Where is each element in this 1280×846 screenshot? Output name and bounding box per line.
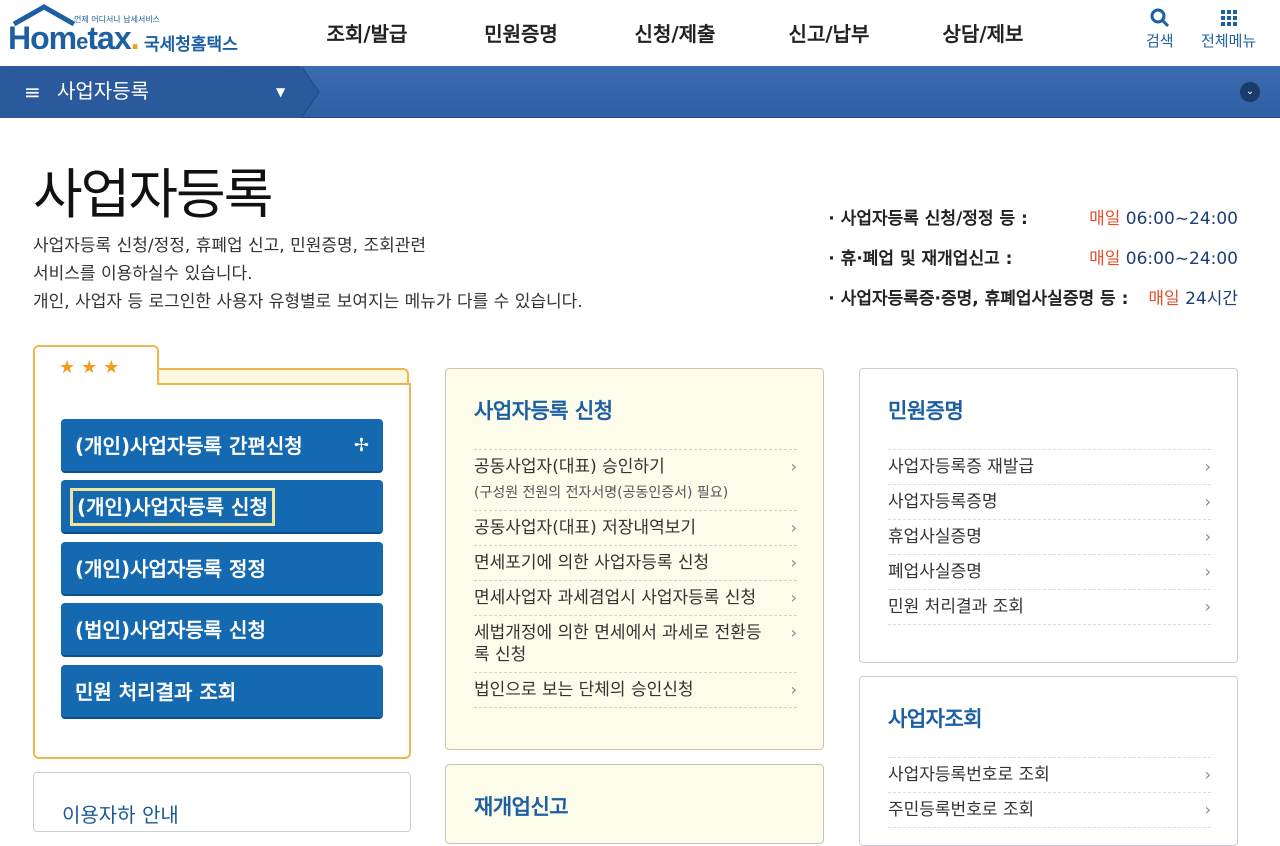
hamburger-icon: ≡	[24, 80, 41, 104]
list-item[interactable]: 면세사업자 과세겸업시 사업자등록 신청 ›	[474, 580, 797, 615]
search-icon	[1150, 8, 1169, 28]
search-button[interactable]: 검색	[1146, 6, 1174, 51]
card-title: 사업자조회	[888, 707, 983, 731]
button-label: (개인)사업자등록 정정	[75, 557, 266, 581]
search-label: 검색	[1146, 32, 1174, 50]
business-lookup-list: 사업자등록번호로 조회 › 주민등록번호로 조회 ›	[888, 757, 1211, 828]
list-item[interactable]: 공동사업자(대표) 저장내역보기 ›	[474, 510, 797, 545]
chevron-right-icon: ›	[1204, 765, 1211, 784]
list-item[interactable]: 주민등록번호로 조회 ›	[888, 792, 1211, 828]
plus-icon[interactable]: ✢	[354, 419, 369, 473]
nav-apply-submit[interactable]: 신청/제출	[598, 0, 752, 66]
all-menu-button[interactable]: 전체메뉴	[1201, 6, 1256, 51]
chevron-right-icon: ›	[1204, 492, 1211, 511]
desc-line: 사업자등록 신청/정정, 휴폐업 신고, 민원증명, 조회관련	[33, 236, 427, 256]
list-item[interactable]: 사업자등록증명 ›	[888, 484, 1211, 519]
hours-row: · 사업자등록 신청/정정 등 : 매일 06:00~24:00	[828, 204, 1238, 244]
individual-correct-button[interactable]: (개인)사업자등록 정정	[61, 542, 383, 596]
button-label: (개인)사업자등록 간편신청	[75, 434, 303, 458]
caret-down-icon: ▼	[276, 85, 286, 99]
logo-korean-name: 국세청홈택스	[144, 35, 238, 55]
location-current: 사업자등록	[57, 79, 149, 103]
chevron-right-icon: ›	[1204, 527, 1211, 546]
hours-time: 매일 06:00~24:00	[1089, 209, 1238, 229]
chevron-right-icon: ›	[790, 457, 797, 476]
chevron-right-icon: ›	[790, 623, 797, 642]
card-title: 사업자등록 신청	[474, 399, 613, 423]
grid-menu-icon	[1220, 10, 1237, 26]
register-apply-list: 공동사업자(대표) 승인하기 (구성원 전원의 전자서명(공동인증서) 필요) › …	[474, 449, 797, 708]
reopen-report-card: 재개업신고	[445, 764, 824, 844]
hours-label: · 사업자등록증·증명, 휴폐업사실증명 등 :	[828, 289, 1129, 309]
list-item[interactable]: 공동사업자(대표) 승인하기 (구성원 전원의 전자서명(공동인증서) 필요) ›	[474, 449, 797, 510]
location-dropdown[interactable]: ≡ 사업자등록 ▼	[0, 66, 300, 118]
chevron-right-icon: ›	[1204, 597, 1211, 616]
civil-certificate-card: 민원증명 사업자등록증 재발급 › 사업자등록증명 › 휴업사실증명 › 폐업사실증명…	[859, 368, 1238, 663]
list-item[interactable]: 휴업사실증명 ›	[888, 519, 1211, 554]
chevron-right-icon: ›	[1204, 457, 1211, 476]
usage-guide-card: 이용자하 안내	[33, 772, 411, 832]
global-nav: 조회/발급 민원증명 신청/제출 신고/납부 상담/제보	[290, 0, 1060, 66]
quick-apply-simple-button[interactable]: (개인)사업자등록 간편신청 ✢	[61, 419, 383, 473]
logo-wordmark: Hometax.	[8, 20, 139, 56]
location-divider-arrow	[300, 66, 318, 118]
chevron-right-icon: ›	[790, 553, 797, 572]
desc-line: 서비스를 이용하실수 있습니다.	[33, 264, 253, 284]
card-title: 재개업신고	[474, 795, 569, 819]
hours-label: · 휴·폐업 및 재개업신고 :	[828, 249, 1013, 269]
favorites-panel: (개인)사업자등록 간편신청 ✢ (개인)사업자등록 신청 (개인)사업자등록 …	[33, 383, 411, 759]
card-title: 민원증명	[888, 399, 964, 423]
hometax-logo[interactable]: 언제 어디서나 납세서비스 Hometax. 국세청홈택스	[6, 4, 246, 60]
corporate-apply-button[interactable]: (법인)사업자등록 신청	[61, 603, 383, 657]
button-label: 민원 처리결과 조회	[75, 680, 237, 704]
chevron-right-icon: ›	[790, 518, 797, 537]
chevron-right-icon: ›	[790, 588, 797, 607]
nav-civil-certificate[interactable]: 민원증명	[444, 0, 598, 66]
service-hours: · 사업자등록 신청/정정 등 : 매일 06:00~24:00 · 휴·폐업 및…	[828, 204, 1238, 324]
button-label: (개인)사업자등록 신청	[70, 488, 275, 526]
list-item[interactable]: 폐업사실증명 ›	[888, 554, 1211, 589]
all-menu-label: 전체메뉴	[1201, 32, 1257, 50]
page-title: 사업자등록	[33, 163, 273, 226]
desc-line: 개인, 사업자 등 로그인한 사용자 유형별로 보여지는 메뉴가 다를 수 있습…	[33, 292, 583, 312]
location-bar: ≡ 사업자등록 ▼ ⌄	[0, 66, 1280, 118]
page-description: 사업자등록 신청/정정, 휴폐업 신고, 민원증명, 조회관련 서비스를 이용하…	[33, 232, 583, 316]
chevron-down-circle-icon[interactable]: ⌄	[1240, 82, 1260, 102]
civil-certificate-list: 사업자등록증 재발급 › 사업자등록증명 › 휴업사실증명 › 폐업사실증명 › 민원 …	[888, 449, 1211, 625]
chevron-right-icon: ›	[790, 680, 797, 699]
nav-report-pay[interactable]: 신고/납부	[752, 0, 906, 66]
individual-apply-button[interactable]: (개인)사업자등록 신청	[61, 480, 383, 534]
list-item[interactable]: 세법개정에 의한 면세에서 과세로 전환등록 신청 ›	[474, 615, 797, 672]
list-item[interactable]: 법인으로 보는 단체의 승인신청 ›	[474, 672, 797, 708]
nav-inquiry-issue[interactable]: 조회/발급	[290, 0, 444, 66]
star-icon: ★★★	[59, 357, 126, 378]
button-label: (법인)사업자등록 신청	[75, 618, 266, 642]
hours-label: · 사업자등록 신청/정정 등 :	[828, 209, 1028, 229]
hours-time: 매일 24시간	[1148, 289, 1238, 309]
civil-result-button[interactable]: 민원 처리결과 조회	[61, 665, 383, 719]
chevron-right-icon: ›	[1204, 562, 1211, 581]
hours-row: · 사업자등록증·증명, 휴폐업사실증명 등 : 매일 24시간	[828, 284, 1238, 324]
business-lookup-card: 사업자조회 사업자등록번호로 조회 › 주민등록번호로 조회 ›	[859, 676, 1238, 846]
card-title: 이용자하 안내	[62, 803, 179, 827]
nav-consult-report[interactable]: 상담/제보	[906, 0, 1060, 66]
chevron-right-icon: ›	[1204, 800, 1211, 819]
favorites-tab[interactable]: ★★★	[33, 345, 159, 385]
register-apply-card: 사업자등록 신청 공동사업자(대표) 승인하기 (구성원 전원의 전자서명(공동인…	[445, 368, 824, 750]
list-item[interactable]: 사업자등록증 재발급 ›	[888, 449, 1211, 484]
hours-time: 매일 06:00~24:00	[1089, 249, 1238, 269]
top-header: 언제 어디서나 납세서비스 Hometax. 국세청홈택스 조회/발급 민원증명…	[0, 0, 1280, 66]
list-item-note: (구성원 전원의 전자서명(공동인증서) 필요)	[474, 485, 729, 501]
list-item[interactable]: 사업자등록번호로 조회 ›	[888, 757, 1211, 792]
list-item[interactable]: 민원 처리결과 조회 ›	[888, 589, 1211, 625]
hours-row: · 휴·폐업 및 재개업신고 : 매일 06:00~24:00	[828, 244, 1238, 284]
list-item[interactable]: 면세포기에 의한 사업자등록 신청 ›	[474, 545, 797, 580]
